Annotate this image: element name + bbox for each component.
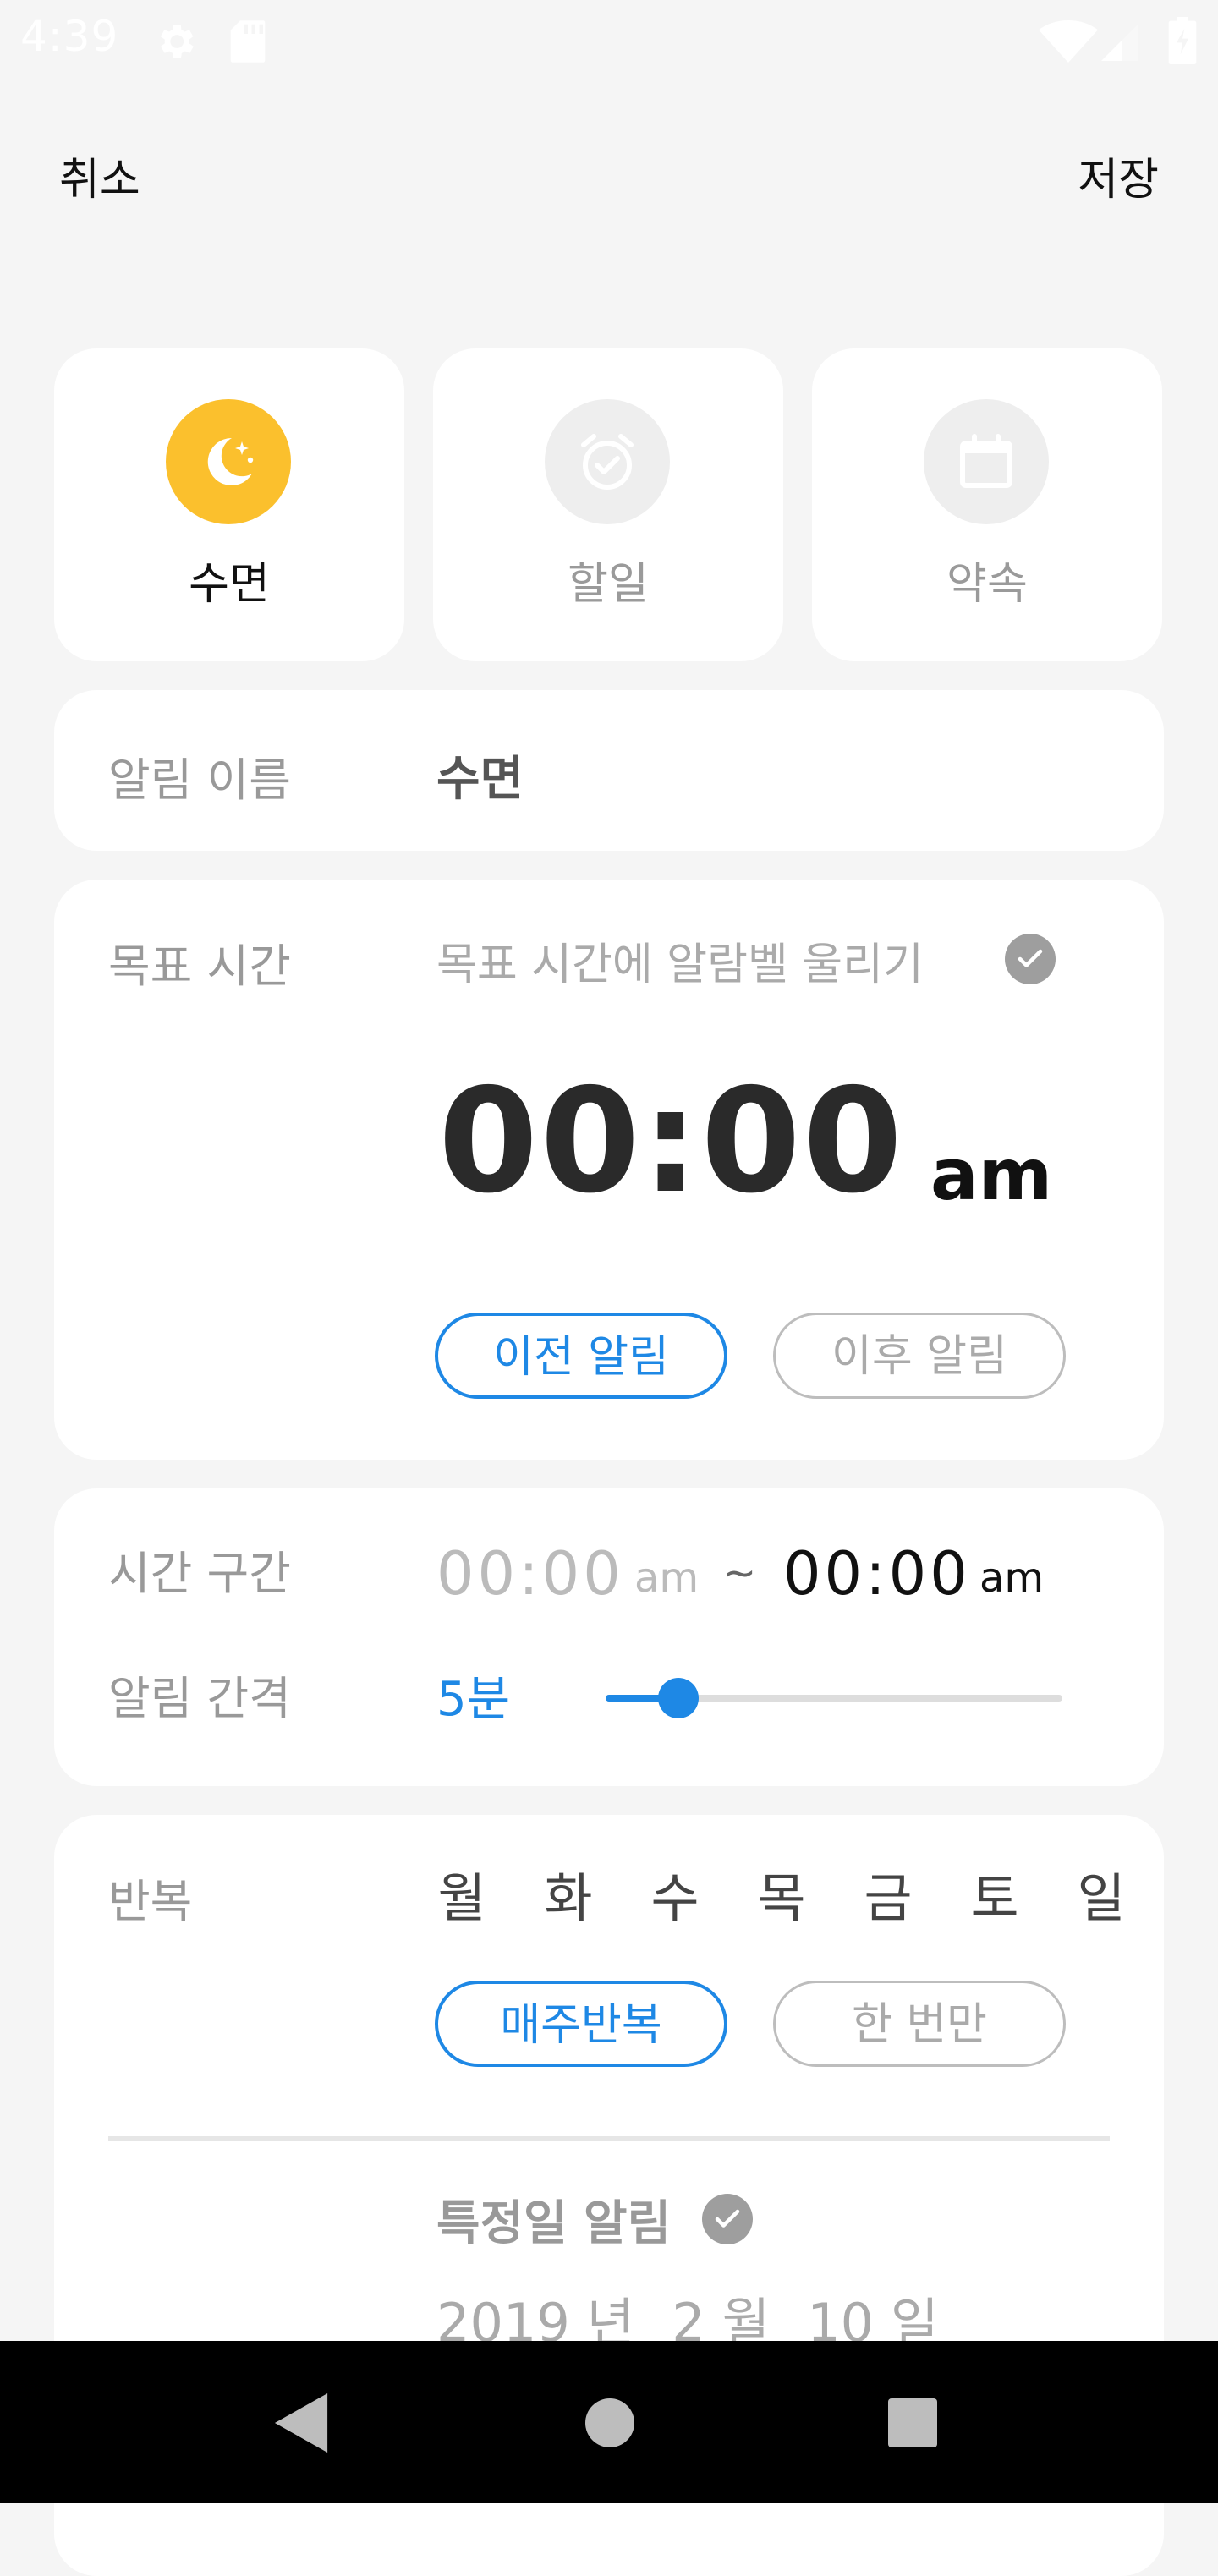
specific-date-label: 특정일 알림: [436, 2196, 672, 2251]
sd-card-icon: [230, 20, 266, 63]
status-bar: 4:39: [0, 0, 1218, 81]
alarm-name-label: 알림 이름: [108, 754, 291, 807]
interval-value: 5분: [436, 1672, 511, 1727]
specific-date-checkbox[interactable]: [702, 2194, 753, 2244]
alarm-type-label: 수면: [189, 559, 270, 610]
interval-label: 알림 간격: [108, 1672, 291, 1725]
sleep-icon-badge: [166, 399, 291, 524]
alarm-clock-icon: [581, 434, 634, 490]
check-icon: [715, 2209, 740, 2228]
target-time-label: 목표 시간: [108, 940, 291, 993]
cancel-button[interactable]: 취소: [59, 144, 140, 207]
check-icon: [1018, 949, 1043, 967]
target-time-meridiem[interactable]: am: [930, 1133, 1052, 1216]
alarm-type-sleep[interactable]: 수면: [54, 348, 404, 661]
repeat-label: 반복: [108, 1875, 193, 1928]
alarm-type-todo[interactable]: 할일: [433, 348, 783, 661]
back-icon[interactable]: [274, 2393, 328, 2453]
save-button[interactable]: 저장: [1078, 144, 1159, 207]
weekday-6[interactable]: 일: [1076, 1855, 1127, 1932]
weekday-2[interactable]: 수: [650, 1855, 700, 1932]
recents-icon[interactable]: [888, 2398, 937, 2447]
target-time-card: 목표 시간 목표 시간에 알람벨 울리기 00:00 am 이전 알림 이후 알…: [54, 880, 1164, 1460]
weekday-3[interactable]: 목: [756, 1855, 807, 1932]
battery-icon: [1168, 17, 1197, 64]
alarm-type-appointment[interactable]: 약속: [812, 348, 1162, 661]
alarm-type-label: 할일: [568, 559, 649, 610]
navigation-bar: [0, 2341, 1218, 2503]
range-separator: ~: [722, 1549, 757, 1597]
time-range-label: 시간 구간: [108, 1547, 291, 1600]
todo-icon-badge: [545, 399, 670, 524]
weekly-repeat-button[interactable]: 매주반복: [435, 1981, 727, 2067]
range-start-meridiem[interactable]: am: [634, 1554, 699, 1602]
interval-slider-thumb[interactable]: [658, 1678, 699, 1718]
calendar-icon: [960, 434, 1012, 488]
wifi-icon: [1039, 20, 1098, 63]
divider: [108, 2136, 1110, 2141]
home-icon[interactable]: [585, 2398, 634, 2447]
weekday-selector: 월화수목금토일: [436, 1855, 1181, 1929]
signal-icon: [1101, 24, 1138, 61]
after-alarm-button[interactable]: 이후 알림: [773, 1313, 1066, 1399]
weekday-1[interactable]: 화: [543, 1855, 594, 1932]
alarm-name-card[interactable]: 알림 이름 수면: [54, 690, 1164, 851]
alarm-type-label: 약속: [946, 559, 1028, 610]
range-start-time[interactable]: 00:00: [436, 1539, 624, 1609]
time-range-card: 시간 구간 00:00 am ~ 00:00 am 알림 간격 5분: [54, 1488, 1164, 1786]
ring-at-target-label: 목표 시간에 알람벨 울리기: [436, 940, 924, 990]
alarm-name-value[interactable]: 수면: [436, 741, 524, 809]
weekday-0[interactable]: 월: [436, 1855, 487, 1932]
target-time-value[interactable]: 00:00: [438, 1066, 904, 1218]
gear-icon: [160, 25, 194, 58]
moon-icon: [207, 437, 254, 485]
range-end-time[interactable]: 00:00: [783, 1539, 971, 1609]
before-alarm-button[interactable]: 이전 알림: [435, 1313, 727, 1399]
status-time: 4:39: [20, 12, 119, 61]
weekday-5[interactable]: 토: [969, 1855, 1020, 1932]
weekday-4[interactable]: 금: [863, 1855, 914, 1932]
appointment-icon-badge: [924, 399, 1049, 524]
interval-slider-track[interactable]: [606, 1678, 1062, 1718]
ring-at-target-checkbox[interactable]: [1005, 934, 1056, 984]
once-button[interactable]: 한 번만: [773, 1981, 1066, 2067]
range-end-meridiem[interactable]: am: [979, 1554, 1044, 1602]
